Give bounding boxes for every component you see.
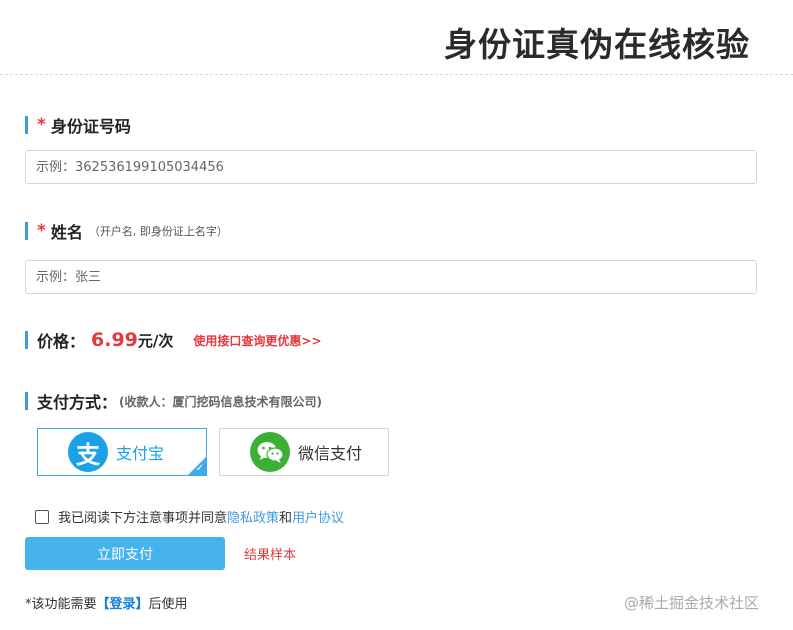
label-accent-bar	[25, 331, 28, 349]
wechat-pay-option[interactable]: 微信支付	[219, 428, 389, 476]
payment-method-label-text: 支付方式：	[37, 393, 118, 412]
required-mark: *	[37, 115, 46, 135]
alipay-icon: 支	[68, 432, 108, 472]
id-number-input[interactable]	[25, 150, 757, 184]
privacy-policy-link[interactable]: 隐私政策	[227, 507, 279, 526]
payee-info: (收款人：厦门挖码信息技术有限公司)	[119, 394, 322, 409]
login-note: *该功能需要【登录】后使用	[25, 593, 188, 612]
result-sample-link[interactable]: 结果样本	[244, 544, 296, 563]
agreement-row: 我已阅读下方注意事项并同意 隐私政策 和 用户协议	[35, 507, 344, 526]
agreement-checkbox[interactable]	[35, 509, 49, 524]
name-label: * 姓名 （开户名, 即身份证上名字）	[25, 219, 228, 243]
agreement-and: 和	[279, 511, 293, 526]
wechat-pay-label: 微信支付	[298, 444, 363, 463]
pay-now-button[interactable]: 立即支付	[25, 537, 225, 570]
required-mark: *	[37, 221, 46, 241]
label-accent-bar	[25, 392, 28, 410]
agreement-text: 我已阅读下方注意事项并同意	[58, 511, 228, 526]
alipay-option[interactable]: 支 支付宝 ✓	[37, 428, 207, 476]
price-value: 6.99	[91, 329, 138, 351]
wechat-icon	[250, 432, 290, 472]
id-number-label: * 身份证号码	[25, 113, 131, 137]
alipay-label: 支付宝	[116, 444, 165, 463]
payment-method-label: 支付方式： (收款人：厦门挖码信息技术有限公司)	[25, 389, 322, 413]
label-accent-bar	[25, 222, 28, 240]
page-title: 身份证真伪在线核验	[444, 25, 750, 64]
login-note-suffix: 后使用	[148, 597, 188, 612]
user-agreement-link[interactable]: 用户协议	[292, 507, 344, 526]
login-note-prefix: *该功能需要	[25, 597, 97, 612]
price-unit: 元/次	[137, 331, 174, 350]
label-accent-bar	[25, 116, 28, 134]
check-icon: ✓	[195, 463, 204, 474]
price-label: 价格：	[37, 332, 86, 351]
name-label-text: 姓名	[50, 223, 83, 242]
api-discount-link[interactable]: 使用接口查询更优惠>>	[193, 332, 321, 349]
name-input[interactable]	[25, 260, 757, 294]
price-row: 价格： 6.99 元/次 使用接口查询更优惠>>	[25, 328, 322, 352]
watermark: @稀土掘金技术社区	[624, 594, 760, 612]
name-hint: （开户名, 即身份证上名字）	[88, 225, 228, 238]
login-link[interactable]: 【登录】	[97, 597, 149, 612]
id-number-label-text: 身份证号码	[50, 117, 131, 136]
title-divider	[0, 74, 793, 75]
